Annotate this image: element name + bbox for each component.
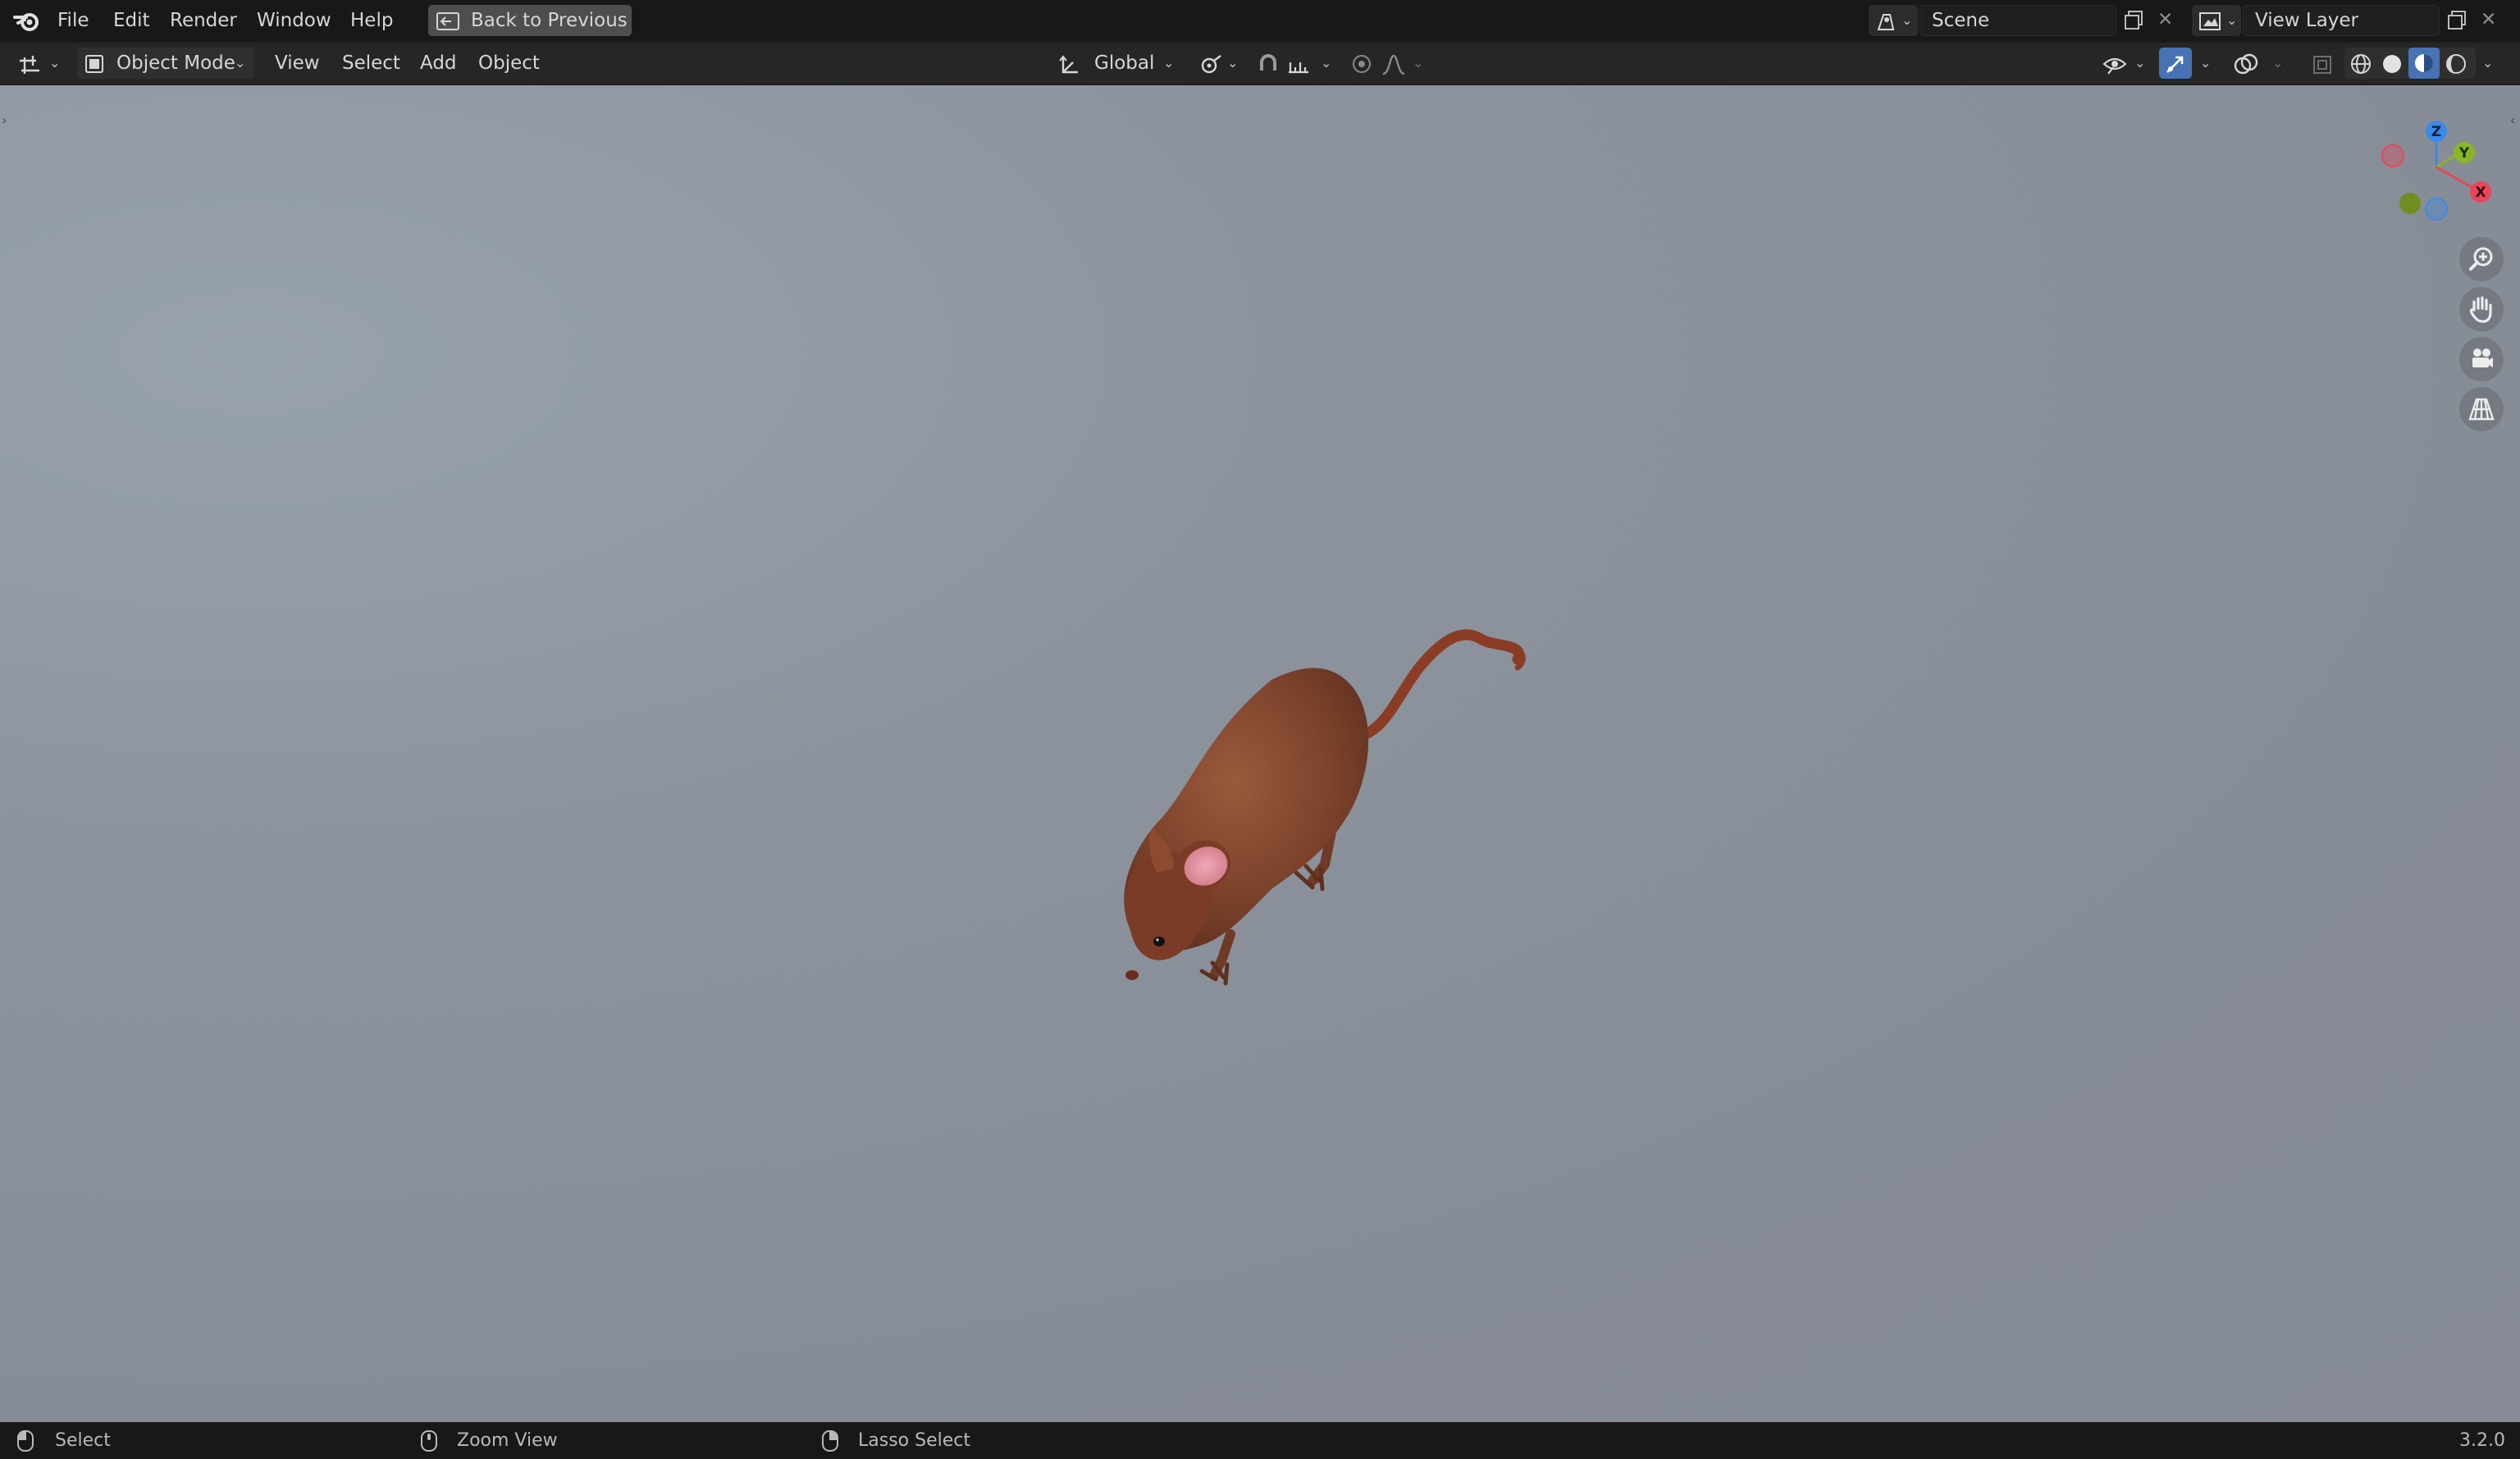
navigation-gizmo[interactable]: Z Y X: [2371, 115, 2518, 221]
chevron-down-icon: ⌄: [1901, 12, 1913, 28]
object-mode-label: Object Mode: [116, 52, 235, 74]
pivot-point-dropdown[interactable]: ⌄: [1194, 48, 1244, 79]
proportional-edit-icon: [1353, 55, 1371, 73]
object-mode-icon: [85, 55, 103, 73]
mouse-left-icon: [822, 1430, 838, 1452]
view-layer-browse-button[interactable]: ⌄: [2192, 5, 2241, 36]
xray-icon: [2313, 56, 2331, 74]
gizmo-y-label: Y: [2458, 145, 2470, 162]
viewport-header: ⌄ Object Mode ⌄ View Select Add Object G…: [0, 43, 2520, 84]
chevron-down-icon: ⌄: [1163, 55, 1175, 71]
gizmo-x-label: X: [2475, 185, 2486, 201]
falloff-icon: [1382, 54, 1405, 75]
menu-object[interactable]: Object: [478, 52, 540, 74]
mouse-middle-icon: [421, 1430, 437, 1452]
back-to-previous-label: Back to Previous: [471, 10, 628, 31]
menu-select[interactable]: Select: [342, 52, 400, 74]
object-visibility-dropdown[interactable]: ⌄: [2098, 48, 2151, 79]
copy-icon[interactable]: [2446, 10, 2468, 31]
menu-add[interactable]: Add: [420, 52, 457, 74]
chevron-down-icon: ⌄: [1321, 55, 1332, 71]
menu-edit[interactable]: Edit: [113, 10, 150, 31]
transform-orientation-dropdown[interactable]: Global ⌄: [1052, 48, 1183, 79]
blender-logo-icon[interactable]: [13, 10, 41, 33]
snap-element-dropdown[interactable]: ⌄: [1285, 48, 1337, 79]
material-shading-active[interactable]: [2408, 48, 2440, 79]
gizmo-z-label: Z: [2431, 124, 2441, 140]
gizmo-icon: [2166, 56, 2184, 73]
snap-increment-icon: [1289, 62, 1308, 74]
close-icon[interactable]: ✕: [2157, 9, 2173, 30]
version-label: 3.2.0: [2459, 1430, 2505, 1451]
shading-dropdown-chevron[interactable]: ⌄: [2482, 55, 2493, 71]
menu-render[interactable]: Render: [170, 10, 237, 31]
status-bar: Select Zoom View Lasso Select 3.2.0: [0, 1422, 2520, 1459]
gizmo-toggle[interactable]: [2159, 48, 2192, 79]
view-layer-icon: [2199, 12, 2221, 30]
toggle-perspective-button[interactable]: [2459, 387, 2504, 431]
snap-toggle[interactable]: [1252, 48, 1285, 79]
pivot-icon: [1201, 55, 1221, 74]
pan-hand-icon: [2469, 296, 2492, 323]
rendered-shading-icon[interactable]: [2445, 52, 2468, 75]
zoom-icon: [2469, 247, 2493, 271]
mouse-left-icon: [17, 1430, 34, 1452]
menu-view[interactable]: View: [275, 52, 320, 74]
solid-shading-icon[interactable]: [2381, 52, 2404, 75]
editor-type-button[interactable]: ⌄: [13, 48, 66, 79]
back-icon: [436, 12, 459, 30]
chevron-down-icon: ⌄: [2134, 55, 2146, 71]
editor-type-icon: [20, 56, 39, 74]
view-layer-name: View Layer: [2255, 10, 2359, 31]
grid-icon: [2468, 398, 2495, 421]
transform-orientation-label: Global: [1094, 52, 1155, 74]
transform-orientation-icon: [1059, 55, 1078, 74]
falloff-dropdown[interactable]: ⌄: [1378, 48, 1429, 79]
menu-window[interactable]: Window: [257, 10, 331, 31]
xray-toggle[interactable]: [2307, 48, 2336, 79]
camera-icon: [2472, 349, 2493, 367]
3d-viewport[interactable]: › ‹ Z Y X: [0, 85, 2520, 1422]
top-bar: File Edit Render Window Help Back to Pre…: [0, 0, 2520, 41]
overlay-toggle[interactable]: [2230, 48, 2262, 79]
proportional-edit-toggle[interactable]: [1345, 48, 1376, 79]
menu-help[interactable]: Help: [350, 10, 393, 31]
status-select-hint: Select: [55, 1430, 111, 1451]
back-to-previous-button[interactable]: Back to Previous: [428, 5, 632, 36]
object-mode-dropdown[interactable]: Object Mode ⌄: [77, 48, 254, 79]
chevron-down-icon: ⌄: [1227, 55, 1239, 71]
scene-icon: [1877, 14, 1895, 30]
visibility-icon: [2102, 57, 2127, 75]
material-shading-icon: [2415, 54, 2433, 72]
scene-browse-button[interactable]: ⌄: [1869, 5, 1918, 36]
chevron-down-icon: ⌄: [49, 55, 61, 71]
menu-file[interactable]: File: [57, 10, 89, 31]
scene-name-field[interactable]: Scene: [1920, 5, 2116, 36]
mouse-model[interactable]: [1034, 545, 1542, 1004]
chevron-down-icon: ⌄: [1413, 55, 1424, 71]
overlay-icon: [2234, 53, 2258, 75]
chevron-down-icon: ⌄: [235, 55, 246, 71]
chevron-down-icon: ⌄: [2226, 12, 2238, 28]
toolbar-region-toggle[interactable]: ›: [2, 110, 7, 131]
pan-button[interactable]: [2459, 287, 2504, 331]
view-layer-name-field[interactable]: View Layer: [2243, 5, 2440, 36]
overlay-dropdown-chevron[interactable]: ⌄: [2272, 55, 2283, 71]
copy-icon[interactable]: [2123, 10, 2144, 31]
snap-icon: [1260, 54, 1276, 71]
status-zoom-hint: Zoom View: [457, 1430, 558, 1451]
camera-view-button[interactable]: [2459, 337, 2504, 381]
status-lasso-hint: Lasso Select: [858, 1430, 970, 1451]
zoom-button[interactable]: [2459, 237, 2504, 281]
gizmo-dropdown-chevron[interactable]: ⌄: [2200, 55, 2211, 71]
scene-name: Scene: [1932, 10, 1990, 31]
close-icon[interactable]: ✕: [2481, 9, 2496, 30]
shading-mode-group: [2344, 48, 2476, 79]
wireframe-shading-icon[interactable]: [2349, 52, 2372, 75]
